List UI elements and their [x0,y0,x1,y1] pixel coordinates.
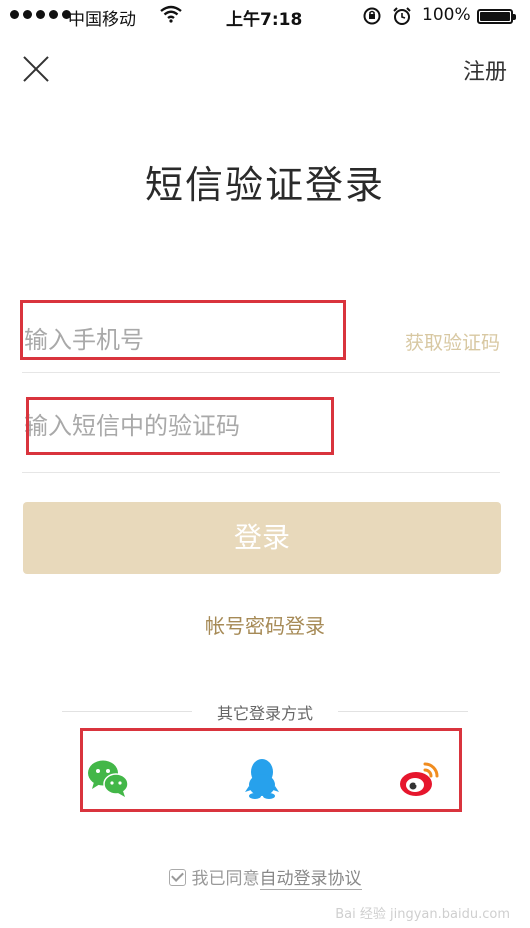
agreement-prefix: 我已同意 [191,869,260,889]
wifi-icon [160,5,182,28]
code-highlight-box [26,397,334,455]
rotation-lock-icon [362,6,382,31]
baidu-jingyan-watermark: Bai 经验 jingyan.baidu.com [335,907,510,922]
battery-percentage: 100% [422,5,471,25]
phone-highlight-box [20,300,346,360]
agreement-link[interactable]: 自动登录协议 [259,869,362,890]
social-login-highlight-box [80,728,462,812]
battery-icon [477,9,516,24]
status-bar: 中国移动 上午7:18 100% [0,0,530,32]
agreement-checkbox[interactable] [168,869,186,886]
carrier-name: 中国移动 [68,10,136,30]
agreement-row: 我已同意自动登录协议 [0,864,530,890]
alarm-icon [392,6,412,31]
other-login-label: 其它登录方式 [0,700,530,724]
clock: 上午7:18 [226,10,303,30]
login-button[interactable]: 登录 [23,502,501,574]
page-title: 短信验证登录 [144,163,385,207]
signal-strength-icon [10,10,71,19]
register-link[interactable]: 注册 [463,54,507,86]
password-login-link[interactable]: 帐号密码登录 [0,610,530,639]
close-icon[interactable] [22,54,52,84]
get-code-button[interactable]: 获取验证码 [405,328,500,355]
